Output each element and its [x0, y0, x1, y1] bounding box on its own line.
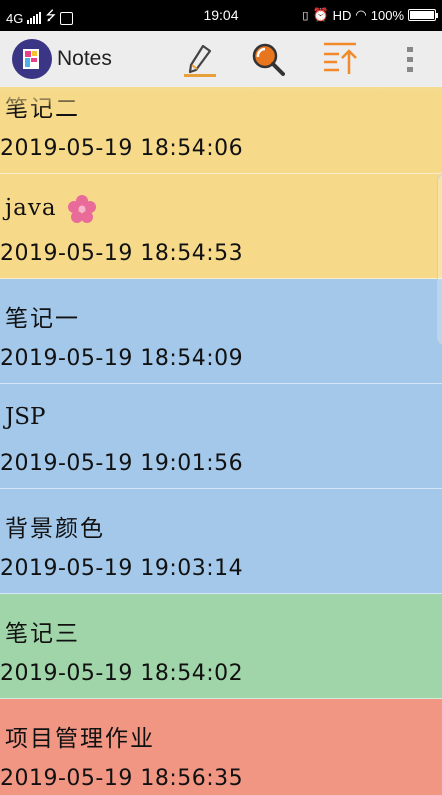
- note-date: 2019-05-19 18:54:09: [0, 346, 244, 371]
- app-title: Notes: [57, 47, 112, 70]
- app-logo-icon: [12, 39, 52, 79]
- note-title: 项目管理作业: [5, 726, 155, 752]
- battery-fill: [410, 11, 434, 19]
- wifi-icon: ◠: [355, 7, 367, 22]
- sort-icon: [324, 42, 357, 74]
- note-date: 2019-05-19 18:54:06: [0, 136, 244, 161]
- more-vert-icon: [407, 47, 413, 72]
- notes-list[interactable]: 笔记二 2019-05-19 18:54:06 java 2019-05-19 …: [0, 87, 442, 795]
- edge-drawer-handle[interactable]: [437, 173, 442, 345]
- note-item[interactable]: 笔记二 2019-05-19 18:54:06: [0, 87, 442, 174]
- battery-icon: [408, 9, 438, 21]
- note-date: 2019-05-19 18:54:53: [0, 241, 244, 266]
- alarm-icon: ⏰: [312, 7, 329, 22]
- note-item[interactable]: JSP 2019-05-19 19:01:56: [0, 384, 442, 489]
- note-item[interactable]: 笔记三 2019-05-19 18:54:02: [0, 594, 442, 699]
- note-title: 笔记一: [5, 306, 80, 332]
- note-title: java: [5, 195, 57, 221]
- note-date: 2019-05-19 19:01:56: [0, 451, 244, 476]
- app-bar: Notes: [0, 31, 442, 87]
- search-button[interactable]: [248, 39, 288, 79]
- vibrate-icon: ▯: [302, 9, 309, 22]
- pencil-icon: [184, 44, 216, 77]
- new-note-button[interactable]: [180, 39, 220, 79]
- note-item[interactable]: 笔记一 2019-05-19 18:54:09: [0, 279, 442, 384]
- note-date: 2019-05-19 18:56:35: [0, 766, 244, 791]
- more-options-button[interactable]: [390, 39, 430, 79]
- search-icon: [252, 43, 285, 76]
- note-title: 笔记三: [5, 621, 80, 647]
- notes-list-inner: 笔记二 2019-05-19 18:54:06 java 2019-05-19 …: [0, 87, 442, 795]
- note-date: 2019-05-19 19:03:14: [0, 556, 244, 581]
- note-date: 2019-05-19 18:54:02: [0, 661, 244, 686]
- note-item[interactable]: java 2019-05-19 18:54:53: [0, 174, 442, 279]
- status-bar: 4G ⭍ 19:04 ▯ ⏰ HD ◠ 100%: [0, 0, 442, 31]
- flower-icon: [67, 195, 96, 223]
- note-title: JSP: [5, 404, 46, 430]
- status-right: ▯ ⏰ HD ◠ 100%: [302, 7, 438, 23]
- hd-label: HD: [332, 7, 352, 23]
- note-item[interactable]: 项目管理作业 2019-05-19 18:56:35: [0, 699, 442, 795]
- note-title: 笔记二: [5, 96, 80, 122]
- note-title: 背景颜色: [5, 516, 105, 542]
- sort-button[interactable]: [320, 39, 360, 79]
- note-item[interactable]: 背景颜色 2019-05-19 19:03:14: [0, 489, 442, 594]
- note-title-row: java: [5, 194, 97, 224]
- battery-percent: 100%: [370, 7, 404, 23]
